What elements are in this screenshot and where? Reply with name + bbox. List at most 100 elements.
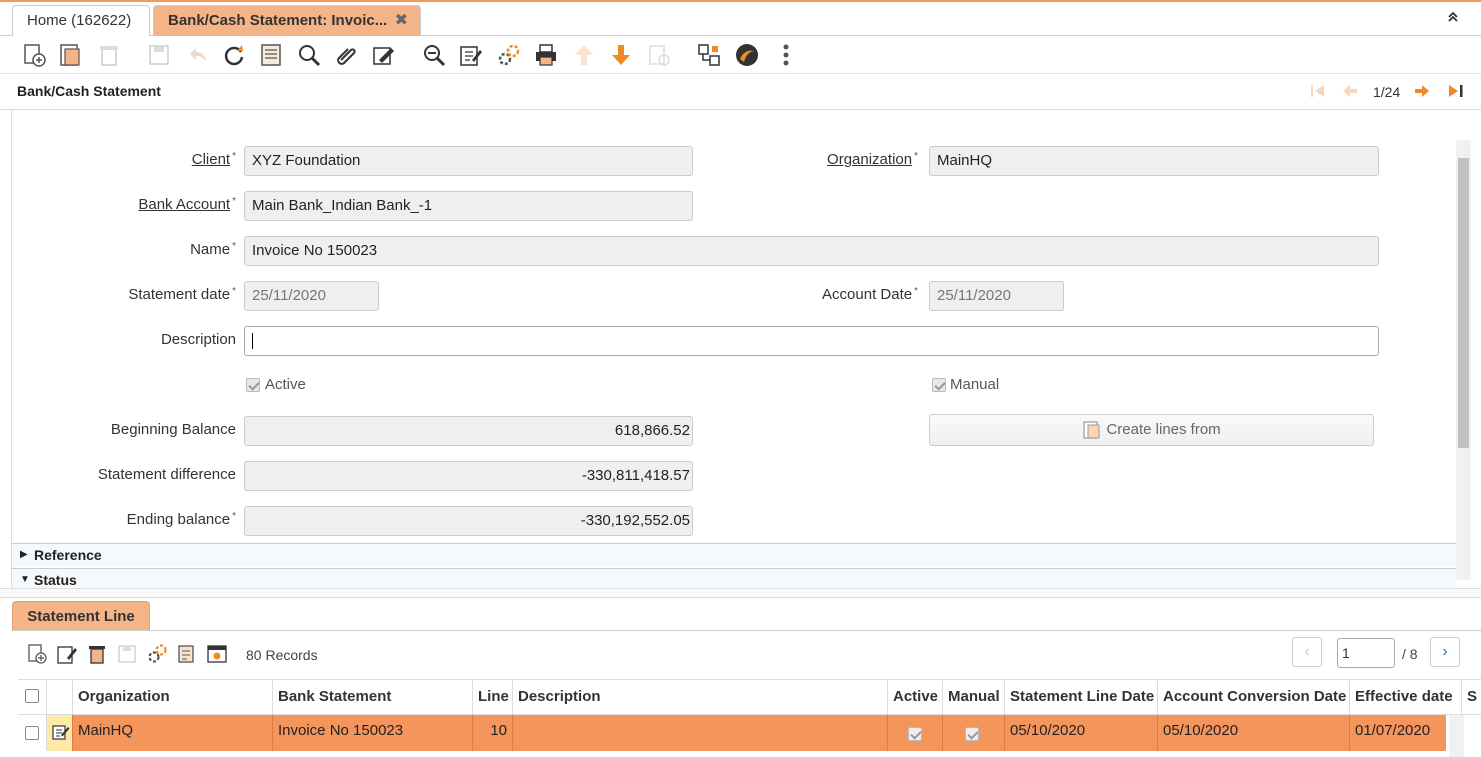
process-icon[interactable] (495, 41, 523, 69)
close-tab-icon[interactable]: ✖ (395, 6, 408, 36)
statement-difference-label: Statement difference (97, 466, 236, 483)
next-record-nav-icon[interactable] (1413, 82, 1431, 104)
zoom-across-icon[interactable] (420, 41, 448, 69)
create-lines-label: Create lines from (1106, 421, 1221, 438)
grid-toolbar: 80 Records ‹ 1 / 8 › (11, 631, 1481, 679)
table-row[interactable]: MainHQ Invoice No 150023 10 05/10/2020 0… (18, 715, 1446, 751)
statement-difference-field[interactable]: -330,811,418.57 (244, 461, 693, 491)
grid-customize-icon[interactable] (206, 643, 230, 667)
cell-bank-statement[interactable]: Invoice No 150023 (273, 715, 473, 751)
grid-delete-icon[interactable] (86, 643, 110, 667)
client-field[interactable]: XYZ Foundation (244, 146, 693, 176)
account-date-field[interactable]: 25/11/2020 (929, 281, 1064, 311)
cell-organization[interactable]: MainHQ (73, 715, 273, 751)
cell-statement-line-date[interactable]: 05/10/2020 (1005, 715, 1158, 751)
cell-active-checkbox (908, 727, 922, 741)
bank-account-field[interactable]: Main Bank_Indian Bank_-1 (244, 191, 693, 221)
more-icon[interactable] (772, 41, 800, 69)
grid-edit-icon[interactable] (56, 643, 80, 667)
column-header-effective-date[interactable]: Effective date (1350, 680, 1462, 716)
grid-new-icon[interactable] (26, 643, 50, 667)
help-icon[interactable] (733, 41, 761, 69)
grid-prev-page-icon[interactable]: ‹ (1292, 637, 1322, 667)
tab-home[interactable]: Home (162622) (12, 5, 150, 36)
edit-icon[interactable] (457, 41, 485, 69)
ending-balance-field[interactable]: -330,192,552.05 (244, 506, 693, 536)
column-header-line[interactable]: Line (473, 680, 513, 716)
column-header-more[interactable]: S (1462, 680, 1481, 716)
find-icon[interactable] (295, 41, 323, 69)
cell-effective-date[interactable]: 01/07/2020 (1350, 715, 1446, 751)
beginning-balance-field[interactable]: 618,866.52 (244, 416, 693, 446)
organization-field[interactable]: MainHQ (929, 146, 1379, 176)
column-header-bank-statement[interactable]: Bank Statement (273, 680, 473, 716)
print-icon[interactable] (532, 41, 560, 69)
cell-description[interactable] (513, 715, 888, 751)
record-count: 80 Records (246, 647, 318, 663)
copy-record-icon[interactable] (57, 41, 85, 69)
next-record-icon[interactable] (607, 41, 635, 69)
beginning-balance-label: Beginning Balance (110, 421, 236, 438)
grid-scrollbar[interactable] (1449, 715, 1464, 757)
tab-bank-cash-statement[interactable]: Bank/Cash Statement: Invoic... ✖ (153, 5, 421, 36)
organization-label[interactable]: Organization * (694, 151, 918, 168)
manual-checkbox[interactable] (932, 378, 946, 392)
new-record-icon[interactable] (20, 41, 48, 69)
record-position: 1/24 (1373, 84, 1401, 100)
column-header-statement-line-date[interactable]: Statement Line Date (1005, 680, 1158, 716)
first-record-icon[interactable] (1309, 82, 1327, 104)
select-all-checkbox[interactable] (25, 689, 39, 703)
collapse-header-icon[interactable] (1447, 10, 1459, 26)
name-label: Name * (190, 241, 236, 258)
cell-active[interactable] (888, 715, 943, 751)
cell-manual[interactable] (943, 715, 1005, 751)
attachment-icon[interactable] (332, 41, 360, 69)
column-header-organization[interactable]: Organization (73, 680, 273, 716)
grid-next-page-icon[interactable]: › (1430, 637, 1460, 667)
grid-process-icon[interactable] (146, 643, 170, 667)
grid-notes-icon[interactable] (176, 643, 200, 667)
column-header-active[interactable]: Active (888, 680, 943, 716)
expand-right-icon: ▶ (20, 549, 28, 560)
grid-header: Organization Bank Statement Line Descrip… (18, 679, 1481, 716)
grid-page-input[interactable]: 1 (1337, 638, 1395, 668)
post-icon[interactable] (645, 41, 673, 69)
last-record-icon[interactable] (1446, 82, 1464, 104)
undo-icon[interactable] (183, 41, 211, 69)
grid-save-icon[interactable] (116, 643, 140, 667)
bank-account-label[interactable]: Bank Account * (12, 196, 236, 213)
statement-date-field[interactable]: 25/11/2020 (244, 281, 379, 311)
workflow-icon[interactable] (695, 41, 723, 69)
form-scrollbar-thumb[interactable] (1458, 158, 1469, 448)
create-lines-from-button[interactable]: Create lines from (929, 414, 1374, 446)
grid-page-total: / 8 (1402, 646, 1418, 662)
column-header-manual[interactable]: Manual (943, 680, 1005, 716)
reference-section-header[interactable]: ▶ Reference (12, 543, 1456, 567)
column-header-account-conversion-date[interactable]: Account Conversion Date (1158, 680, 1350, 716)
client-label[interactable]: Client * (12, 151, 236, 168)
previous-record-icon[interactable] (570, 41, 598, 69)
page-title: Bank/Cash Statement (17, 83, 161, 99)
refresh-icon[interactable] (220, 41, 248, 69)
panel-splitter[interactable] (0, 588, 1481, 598)
chat-icon[interactable] (370, 41, 398, 69)
status-section-label: Status (34, 572, 77, 588)
cell-line[interactable]: 10 (473, 715, 513, 751)
grid-toggle-icon[interactable] (257, 41, 285, 69)
main-toolbar (0, 36, 1481, 74)
row-checkbox[interactable] (25, 726, 39, 740)
active-checkbox[interactable] (246, 378, 260, 392)
row-edit-cell[interactable] (47, 715, 73, 751)
save-icon[interactable] (145, 41, 173, 69)
reference-section-label: Reference (34, 547, 102, 563)
tab-statement-line[interactable]: Statement Line (12, 601, 150, 631)
column-header-description[interactable]: Description (513, 680, 888, 716)
prev-record-icon[interactable] (1341, 82, 1359, 104)
description-label: Description (160, 331, 236, 348)
description-input[interactable] (244, 326, 1379, 356)
delete-icon[interactable] (95, 41, 123, 69)
cell-account-conversion-date[interactable]: 05/10/2020 (1158, 715, 1350, 751)
status-section-header[interactable]: ▼ Status (12, 568, 1456, 588)
form-scrollbar[interactable] (1456, 140, 1471, 580)
name-field[interactable]: Invoice No 150023 (244, 236, 1379, 266)
